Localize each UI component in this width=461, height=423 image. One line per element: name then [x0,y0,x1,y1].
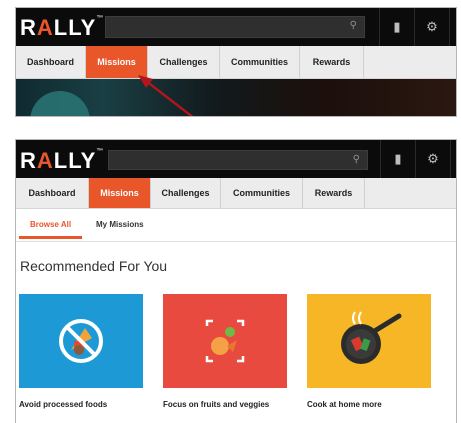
nav-rewards[interactable]: Rewards [303,178,365,208]
active-tab-indicator [19,236,82,239]
nav-missions[interactable]: Missions [89,178,151,208]
tab-browse-all[interactable]: Browse All [30,220,71,229]
mission-card-title[interactable]: Focus on fruits and veggies [163,400,269,409]
mission-card-image[interactable] [19,294,143,388]
sub-tabs: Browse All My Missions [16,209,456,242]
search-input[interactable]: ⚲ [108,150,368,170]
rally-logo[interactable]: RALLY™ [20,148,103,174]
nav-communities[interactable]: Communities [221,178,303,208]
search-icon[interactable]: ⚲ [353,154,360,165]
mission-card-title[interactable]: Avoid processed foods [19,400,107,409]
mission-card-image[interactable] [163,294,287,388]
toolbar-divider [450,140,451,178]
top-bar: RALLY™ ⚲ ▮ ⚙ [16,140,456,178]
section-heading: Recommended For You [20,258,168,274]
chat-icon[interactable]: ▮ [381,140,415,178]
nav-dashboard[interactable]: Dashboard [16,178,89,208]
no-junk-food-icon [19,294,143,388]
fruits-veggies-icon [163,294,287,388]
tab-my-missions[interactable]: My Missions [96,220,144,229]
gear-icon[interactable]: ⚙ [416,140,450,178]
main-nav: Dashboard Missions Challenges Communitie… [16,178,456,209]
frying-pan-icon [307,294,431,388]
nav-challenges[interactable]: Challenges [151,178,221,208]
annotation-arrow [138,75,194,116]
mission-card-title[interactable]: Cook at home more [307,400,382,409]
mission-card-image[interactable] [307,294,431,388]
screenshot-bottom: RALLY™ ⚲ ▮ ⚙ Dashboard Missions Challeng… [15,139,457,423]
screenshot-top: RALLY™ ⚲ ▮ ⚙ Dashboard Missions Challeng… [15,7,457,117]
